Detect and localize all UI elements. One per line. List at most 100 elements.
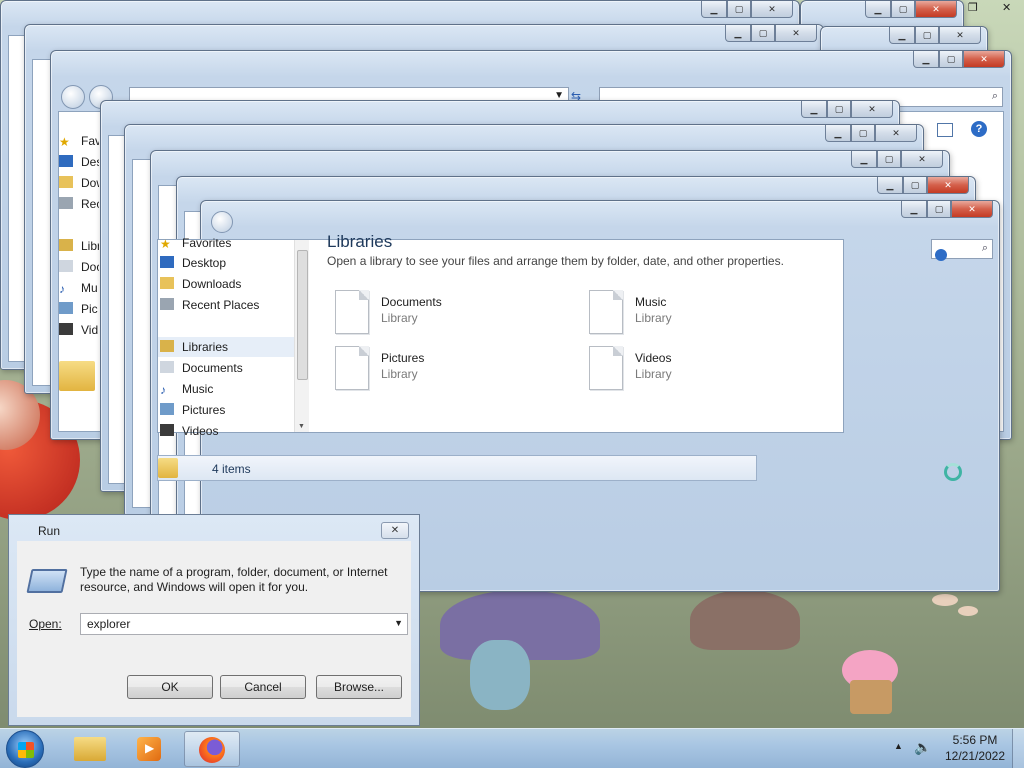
maximize-icon[interactable]: ▢ [927,201,951,218]
library-tile-pictures[interactable]: Pictures Library [335,346,555,396]
windows-start-icon[interactable] [6,730,44,768]
folder-icon [158,458,178,478]
nav-item[interactable]: Vid [59,320,98,340]
close-icon[interactable]: ✕ [751,1,793,18]
run-program-icon [26,569,68,593]
maximize-icon[interactable]: ▢ [851,125,875,142]
minimize-icon[interactable]: ▁ [865,1,891,18]
minimize-icon[interactable]: ▁ [901,201,927,218]
loading-cursor-icon [944,463,962,481]
maximize-icon[interactable]: ▢ [727,1,751,18]
maximize-icon[interactable]: ▢ [939,51,963,68]
nav-item-recent-places[interactable]: Recent Places [160,295,259,315]
nav-item-downloads[interactable]: Downloads [160,274,241,294]
document-icon [160,361,174,373]
speaker-icon[interactable]: 🔈 [914,739,931,756]
status-item-count: 4 items [212,462,251,476]
minimize-icon[interactable]: ▁ [701,1,727,18]
close-icon[interactable]: ✕ [963,51,1005,68]
nav-item-videos[interactable]: Videos [160,421,218,441]
maximize-icon[interactable]: ▢ [877,151,901,168]
taskbar-firefox-button[interactable] [184,731,240,767]
cancel-button[interactable]: Cancel [220,675,306,699]
close-icon[interactable]: ✕ [775,25,817,42]
nav-pane-scrollbar[interactable]: ▼ [294,240,310,432]
media-player-icon: ▶ [137,737,161,761]
taskbar-media-player-button[interactable]: ▶ [122,731,178,767]
nav-item[interactable]: Dow [59,173,99,193]
nav-item[interactable]: Pic [59,299,98,319]
search-icon[interactable]: ⌕ [992,90,998,103]
back-button[interactable] [211,211,233,233]
folder-icon [59,176,73,188]
minimize-icon[interactable]: ▁ [801,101,827,118]
firefox-icon [199,737,225,763]
navigation-pane: ★ Favorites Desktop Downloads Recent Plac… [158,236,294,438]
close-icon[interactable]: ✕ [927,177,969,194]
nav-item[interactable]: ★Favo [59,131,99,151]
minimize-icon[interactable]: ▁ [877,177,903,194]
taskbar-explorer-button[interactable] [62,731,118,767]
minimize-icon[interactable]: ▁ [889,27,915,44]
open-input-value[interactable]: explorer [87,617,130,631]
folder-icon [74,737,106,761]
maximize-icon[interactable]: ▢ [903,177,927,194]
chevron-down-icon[interactable]: ▼ [298,423,305,430]
preview-pane-icon[interactable] [937,123,953,137]
nav-item[interactable]: Doc [59,257,99,277]
back-button[interactable] [61,85,85,109]
restore-icon[interactable]: ❐ [968,1,978,14]
close-icon[interactable]: ✕ [875,125,917,142]
taskbar-clock[interactable]: 5:56 PM 12/21/2022 [940,733,1010,763]
nav-item[interactable]: Libra [59,236,99,256]
nav-item-music[interactable]: ♪ Music [160,379,213,399]
close-icon[interactable]: ✕ [951,201,993,218]
close-icon[interactable]: ✕ [851,101,893,118]
maximize-icon[interactable]: ▢ [891,1,915,18]
windows-logo [18,742,34,758]
help-icon[interactable]: ? [971,121,987,137]
library-tile-videos[interactable]: Videos Library [589,346,809,396]
maximize-icon[interactable]: ▢ [751,25,775,42]
nav-item[interactable]: Des [59,152,99,172]
library-tile-documents[interactable]: Documents Library [335,290,555,340]
minimize-icon[interactable]: ▁ [851,151,877,168]
close-icon[interactable]: ✕ [915,1,957,18]
scrollbar-thumb[interactable] [297,250,308,380]
minimize-icon[interactable]: ▁ [913,51,939,68]
wallpaper-character [690,590,800,650]
browse-button[interactable]: Browse... [316,675,402,699]
documents-library-icon [335,290,369,334]
chevron-down-icon[interactable]: ▼ [394,618,403,628]
close-icon[interactable]: ✕ [901,151,943,168]
document-icon [59,260,73,272]
nav-item-pictures[interactable]: Pictures [160,400,225,420]
close-icon[interactable]: ✕ [939,27,981,44]
info-icon[interactable] [935,249,947,261]
open-combobox[interactable]: explorer ▼ [80,613,408,635]
minimize-icon[interactable]: ▁ [725,25,751,42]
pictures-icon [160,403,174,415]
nav-item-desktop[interactable]: Desktop [160,253,226,273]
show-hidden-icons[interactable]: ▲ [894,741,903,751]
search-icon[interactable]: ⌕ [982,242,988,255]
library-tile-music[interactable]: Music Library [589,290,809,340]
show-desktop-button[interactable] [1012,729,1024,768]
video-icon [59,323,73,335]
maximize-icon[interactable]: ▢ [827,101,851,118]
ok-button[interactable]: OK [127,675,213,699]
nav-favorites-header[interactable]: ★ Favorites [160,233,231,253]
wallpaper-cupcake [850,680,892,714]
nav-item[interactable]: ♪ Mu [59,278,98,298]
recent-places-icon [59,197,73,209]
close-icon[interactable]: ✕ [1002,1,1011,14]
run-prompt: Type the name of a program, folder, docu… [80,565,388,594]
maximize-icon[interactable]: ▢ [915,27,939,44]
desktop-restore-buttons[interactable]: ❐ ✕ [964,0,1024,18]
nav-libraries-header[interactable]: Libraries [158,337,294,357]
nav-item[interactable]: Rec [59,194,99,214]
nav-item-documents[interactable]: Documents [160,358,243,378]
minimize-icon[interactable]: ▁ [825,125,851,142]
close-icon[interactable]: ✕ [381,522,409,539]
run-dialog[interactable]: Run ✕ Type the name of a program, folder… [8,514,420,726]
